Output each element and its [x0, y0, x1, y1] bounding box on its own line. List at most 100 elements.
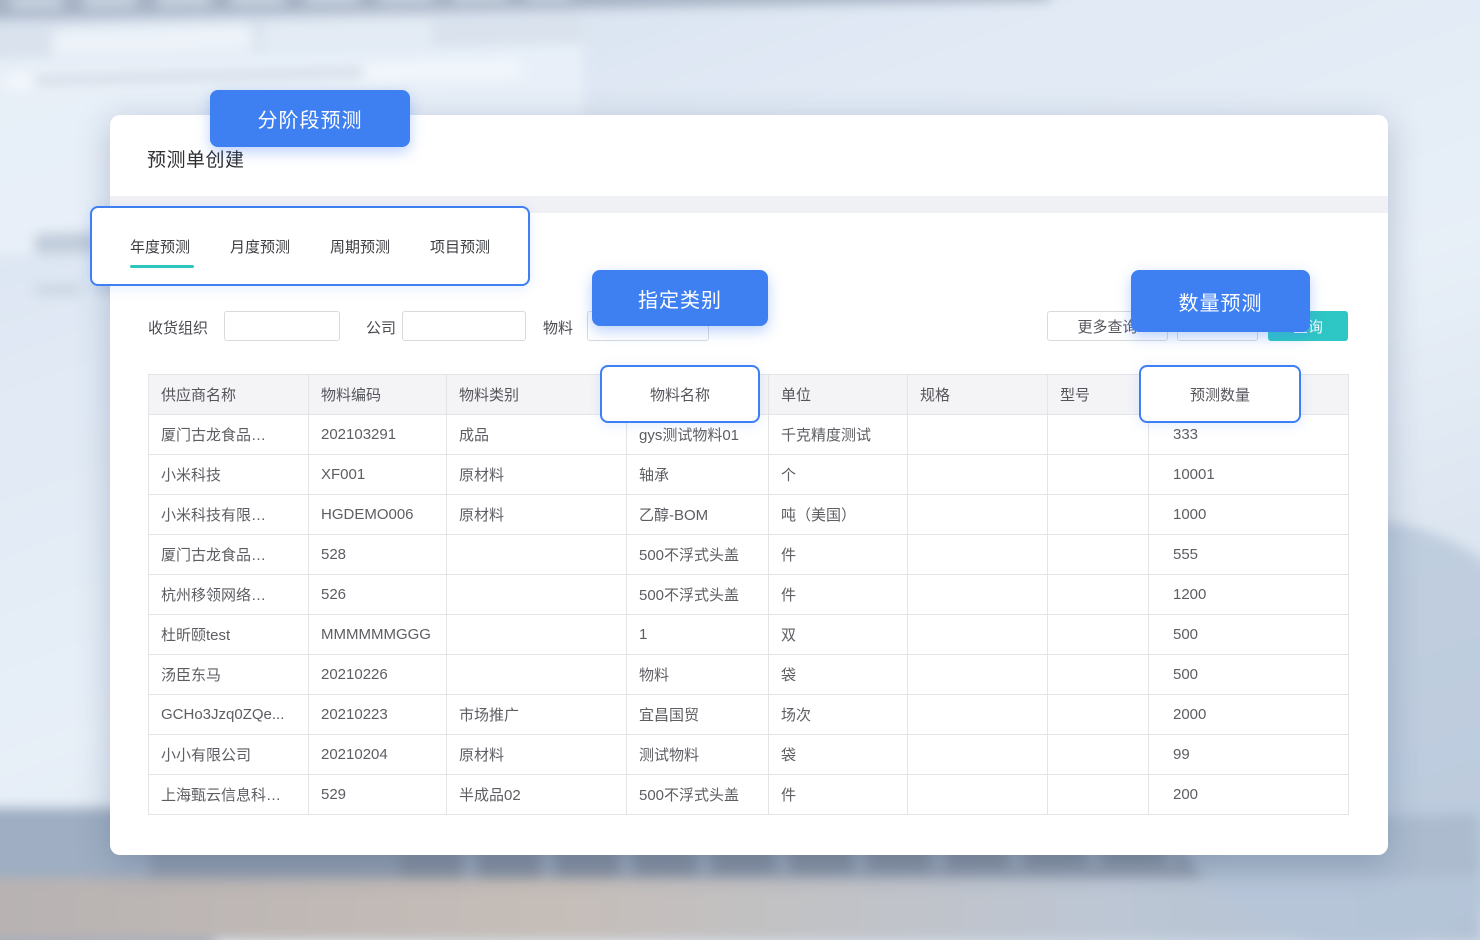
table-cell	[1048, 455, 1149, 495]
table-cell: 20210223	[309, 695, 447, 735]
table-cell: 场次	[769, 695, 908, 735]
table-cell	[1048, 695, 1149, 735]
table-cell: HGDEMO006	[309, 495, 447, 535]
col-unit[interactable]: 单位	[769, 375, 908, 415]
table-cell: 2000	[1149, 695, 1349, 735]
table-cell: 件	[769, 775, 908, 815]
receiving-org-label: 收货组织	[148, 317, 208, 338]
table-cell: XF001	[309, 455, 447, 495]
table-cell: 202103291	[309, 415, 447, 455]
receiving-org-input[interactable]	[224, 311, 340, 341]
table-row[interactable]: 上海甄云信息科…529半成品02500不浮式头盖件 200	[149, 775, 1349, 815]
table-cell: 厦门古龙食品…	[149, 535, 309, 575]
table-cell	[908, 695, 1048, 735]
company-input[interactable]	[402, 311, 526, 341]
table-cell	[1048, 655, 1149, 695]
table-cell	[908, 495, 1048, 535]
table-cell	[908, 575, 1048, 615]
table-cell	[1048, 735, 1149, 775]
table-cell	[1048, 535, 1149, 575]
table-cell: 526	[309, 575, 447, 615]
col-model[interactable]: 型号	[1048, 375, 1149, 415]
table-cell: 500不浮式头盖	[627, 575, 769, 615]
table-cell: 500不浮式头盖	[627, 775, 769, 815]
table-cell	[908, 415, 1048, 455]
table-cell: 杜昕颐test	[149, 615, 309, 655]
table-cell	[447, 615, 627, 655]
table-row[interactable]: 小米科技XF001原材料轴承个 10001	[149, 455, 1349, 495]
table-row[interactable]: 汤臣东马20210226物料袋500	[149, 655, 1349, 695]
company-label: 公司	[366, 317, 396, 338]
table-row[interactable]: GCHo3Jzq0ZQe...20210223市场推广宜昌国贸场次2000	[149, 695, 1349, 735]
staged-forecast-badge: 分阶段预测	[210, 90, 410, 147]
forecast-qty-highlight-box: 预测数量	[1139, 365, 1301, 423]
table-cell	[908, 455, 1048, 495]
table-cell: 529	[309, 775, 447, 815]
table-row[interactable]: 小小有限公司20210204原材料测试物料袋99	[149, 735, 1349, 775]
table-cell: 件	[769, 535, 908, 575]
table-cell: 原材料	[447, 735, 627, 775]
tab-monthly-forecast[interactable]: 月度预测	[230, 236, 290, 257]
table-cell	[908, 535, 1048, 575]
col-supplier-name[interactable]: 供应商名称	[149, 375, 309, 415]
table-cell: 1200	[1149, 575, 1349, 615]
table-cell: 上海甄云信息科…	[149, 775, 309, 815]
page-title: 预测单创建	[147, 145, 245, 172]
table-cell: 1	[627, 615, 769, 655]
table-cell: 200	[1149, 775, 1349, 815]
table-cell	[447, 535, 627, 575]
table-cell: 20210204	[309, 735, 447, 775]
table-cell	[1048, 615, 1149, 655]
table-cell: 件	[769, 575, 908, 615]
table-cell: 袋	[769, 655, 908, 695]
tab-annual-forecast[interactable]: 年度预测	[130, 236, 190, 257]
table-cell: 1000	[1149, 495, 1349, 535]
table-cell: 10001	[1149, 455, 1349, 495]
table-row[interactable]: 杭州移领网络…526500不浮式头盖件1200	[149, 575, 1349, 615]
tabs-highlight-box: 年度预测 月度预测 周期预测 项目预测	[90, 206, 530, 286]
table-cell	[908, 655, 1048, 695]
table-cell: GCHo3Jzq0ZQe...	[149, 695, 309, 735]
tab-project-forecast[interactable]: 项目预测	[430, 236, 490, 257]
table-cell: 千克精度测试	[769, 415, 908, 455]
col-material-code[interactable]: 物料编码	[309, 375, 447, 415]
table-cell: 小小有限公司	[149, 735, 309, 775]
table-cell: 吨（美国）	[769, 495, 908, 535]
forecast-table: 供应商名称 物料编码 物料类别 单位 规格 型号 厦门古龙食品…20210329…	[148, 374, 1348, 815]
table-cell: 轴承	[627, 455, 769, 495]
table-cell: 双	[769, 615, 908, 655]
table-cell: 小米科技	[149, 455, 309, 495]
table-row[interactable]: 杜昕颐testMMMMMMGGG 1双 500	[149, 615, 1349, 655]
table-cell: 原材料	[447, 495, 627, 535]
table-cell: 500	[1149, 615, 1349, 655]
table-cell: 99	[1149, 735, 1349, 775]
active-tab-underline	[130, 265, 194, 268]
table-cell: 个	[769, 455, 908, 495]
table-cell: 原材料	[447, 455, 627, 495]
table-cell: 小米科技有限…	[149, 495, 309, 535]
table-cell: 555	[1149, 535, 1349, 575]
table-cell: 500不浮式头盖	[627, 535, 769, 575]
table-cell	[447, 575, 627, 615]
table-cell	[908, 735, 1048, 775]
table-row[interactable]: 小米科技有限…HGDEMO006原材料乙醇-BOM吨（美国） 1000	[149, 495, 1349, 535]
table-cell: 物料	[627, 655, 769, 695]
table-cell: 半成品02	[447, 775, 627, 815]
table-cell: 500	[1149, 655, 1349, 695]
table-cell: 市场推广	[447, 695, 627, 735]
table-cell: 袋	[769, 735, 908, 775]
table-cell	[1048, 495, 1149, 535]
col-spec[interactable]: 规格	[908, 375, 1048, 415]
tab-period-forecast[interactable]: 周期预测	[330, 236, 390, 257]
table-cell: 汤臣东马	[149, 655, 309, 695]
table-cell	[1048, 775, 1149, 815]
table-row[interactable]: 厦门古龙食品…528500不浮式头盖件555	[149, 535, 1349, 575]
table-cell	[908, 615, 1048, 655]
material-label: 物料	[543, 317, 573, 338]
quantity-forecast-badge: 数量预测	[1131, 270, 1310, 332]
table-cell: MMMMMMGGG	[309, 615, 447, 655]
specify-category-badge: 指定类别	[592, 270, 768, 326]
table-cell	[908, 775, 1048, 815]
table-cell	[1048, 415, 1149, 455]
table-cell: 乙醇-BOM	[627, 495, 769, 535]
